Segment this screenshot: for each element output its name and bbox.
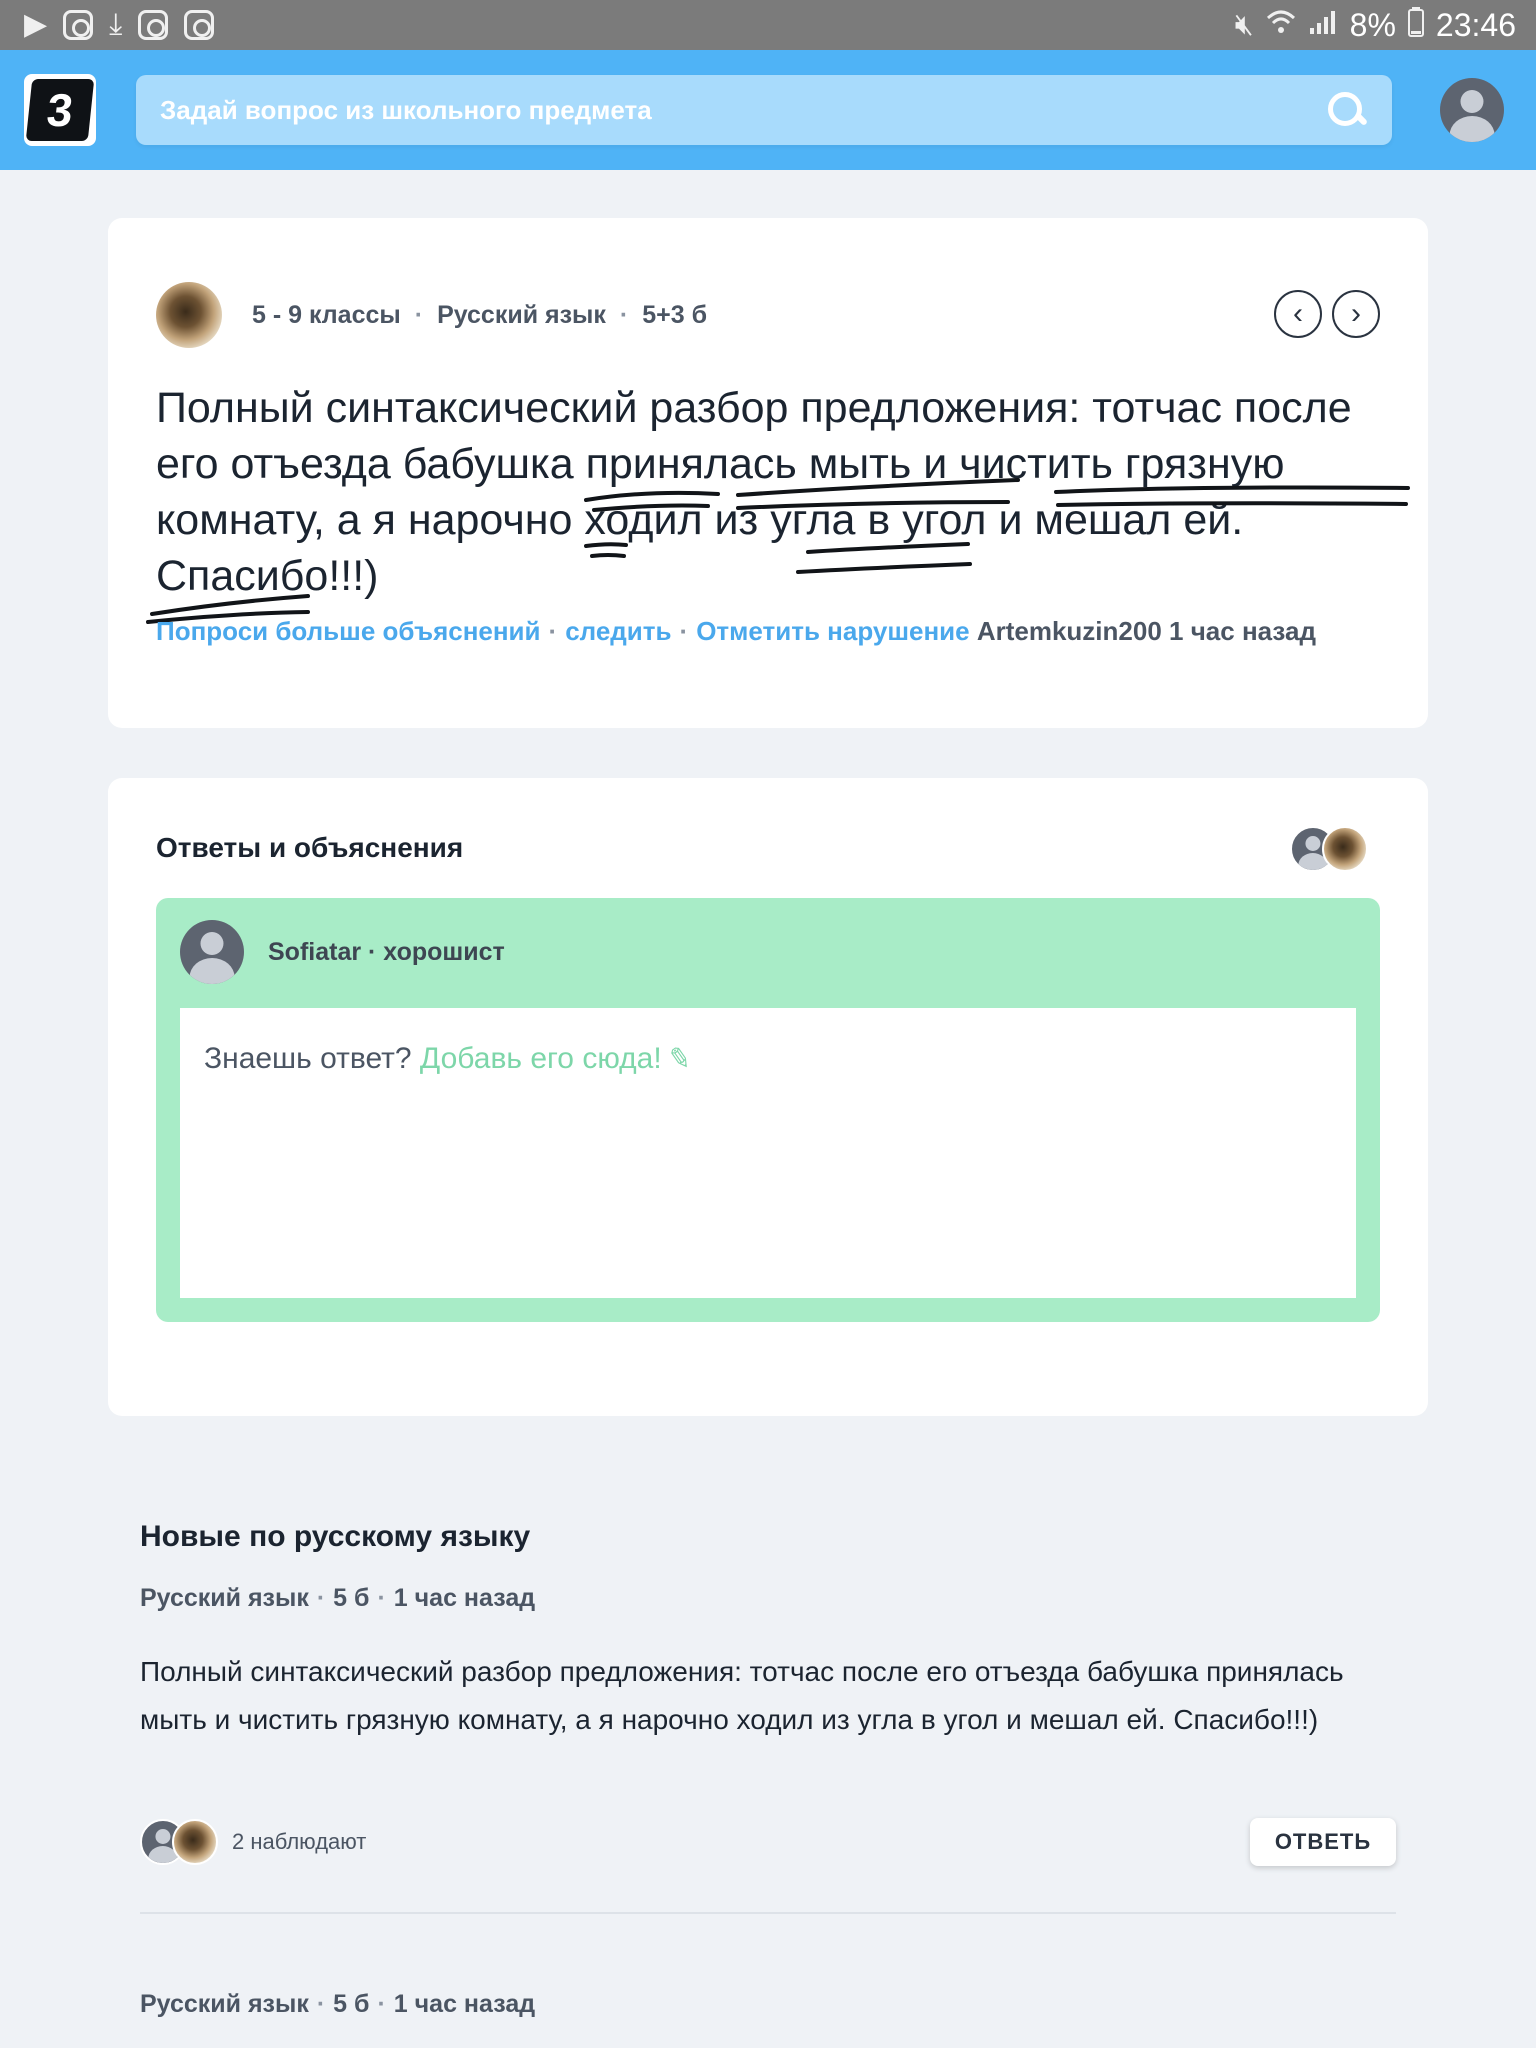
watchers-count: 2 наблюдают: [232, 1829, 367, 1854]
answerer-name-rank[interactable]: Sofiatar · хорошист: [268, 938, 505, 967]
link-separator: ·: [679, 616, 689, 646]
question-meta: 5 - 9 классы · Русский язык · 5+3 б: [156, 282, 707, 348]
chevron-left-icon: ‹: [1293, 297, 1303, 330]
play-icon: ▶: [24, 8, 48, 41]
avatar-body: [189, 958, 235, 984]
status-bar-left: ▶ ⤓: [24, 8, 215, 41]
question-card: 5 - 9 классы · Русский язык · 5+3 б ‹ › …: [108, 218, 1428, 728]
answers-card: Ответы и объяснения Sofiatar · хорошист …: [108, 778, 1428, 1416]
list-item-question-text[interactable]: Полный синтаксический разбор предложения…: [140, 1648, 1400, 1744]
question-points: 5+3 б: [642, 300, 708, 329]
avatar-head: [1460, 89, 1484, 113]
instagram-icon: [184, 10, 215, 40]
meta-separator: ·: [316, 1990, 326, 2018]
status-time: 23:46: [1435, 6, 1516, 43]
app-header: 3: [0, 50, 1536, 170]
watchers-avatars: [140, 1819, 224, 1865]
reply-button[interactable]: ОТВЕТЬ: [1250, 1818, 1396, 1866]
avatar-body: [1449, 116, 1495, 142]
link-separator: ·: [548, 616, 558, 646]
question-grade[interactable]: 5 - 9 классы: [252, 301, 401, 330]
list-item-meta: Русский язык · 5 б · 1 час назад: [140, 1990, 535, 2019]
list-item-meta: Русский язык · 5 б · 1 час назад: [140, 1584, 535, 1613]
avatar-head: [200, 931, 224, 955]
answer-input-area[interactable]: Знаешь ответ? Добавь его сюда! ✎: [180, 1008, 1356, 1298]
watchers-avatars: [1290, 826, 1370, 874]
answer-box: Sofiatar · хорошист Знаешь ответ? Добавь…: [156, 898, 1380, 1322]
avatar-head: [1305, 835, 1321, 851]
meta-separator: ·: [619, 300, 629, 329]
meta-separator: ·: [377, 1990, 386, 2018]
item-time: 1 час назад: [393, 1990, 536, 2018]
answer-prompt-label: Знаешь ответ?: [204, 1042, 412, 1075]
logo-mark: 3: [25, 79, 95, 141]
watcher-avatar[interactable]: [1322, 826, 1368, 872]
answerer-avatar[interactable]: [180, 920, 244, 984]
answers-title: Ответы и объяснения: [156, 832, 464, 863]
item-points: 5 б: [333, 1990, 370, 2018]
answerer: Sofiatar · хорошист: [180, 920, 505, 984]
follow-link[interactable]: следить: [565, 616, 671, 646]
pencil-icon[interactable]: ✎: [665, 1040, 694, 1077]
meta-separator: ·: [377, 1584, 386, 1612]
status-bar-right: 🔇︎ 8% 23:46: [1235, 7, 1516, 44]
item-time: 1 час назад: [393, 1584, 536, 1612]
watcher-avatar: [172, 1819, 218, 1865]
instagram-icon: [138, 10, 169, 40]
meta-separator: ·: [414, 300, 424, 329]
signal-icon: [1308, 8, 1338, 42]
chevron-right-icon: ›: [1351, 297, 1361, 330]
question-actions: Попроси больше объяснений · следить · Отмети…: [156, 616, 1406, 647]
list-divider: [140, 1912, 1396, 1914]
search-bar[interactable]: [136, 75, 1392, 145]
question-time: 1 час назад: [1169, 616, 1316, 646]
question-subject[interactable]: Русский язык: [437, 301, 606, 330]
profile-avatar[interactable]: [1440, 78, 1504, 142]
next-question-button[interactable]: ›: [1332, 290, 1380, 338]
item-subject[interactable]: Русский язык: [140, 1584, 309, 1612]
battery-percent: 8%: [1349, 6, 1396, 43]
add-answer-link[interactable]: Добавь его сюда!: [420, 1042, 662, 1075]
new-questions-title: Новые по русскому языку: [140, 1520, 531, 1553]
item-subject[interactable]: Русский язык: [140, 1990, 309, 2018]
ask-more-link[interactable]: Попроси больше объяснений: [156, 616, 541, 646]
search-icon[interactable]: [1324, 88, 1368, 132]
status-bar: ▶ ⤓ 🔇︎ 8% 23:46: [0, 0, 1536, 50]
mute-icon: 🔇︎: [1234, 8, 1254, 41]
asker-avatar[interactable]: [156, 282, 222, 348]
app-logo[interactable]: 3: [24, 74, 96, 146]
list-item-footer: 2 наблюдают ОТВЕТЬ: [140, 1818, 1396, 1866]
wifi-icon: [1266, 8, 1296, 42]
question-text: Полный синтаксический разбор предложения…: [156, 384, 1352, 600]
meta-separator: ·: [316, 1584, 326, 1612]
download-icon: ⤓: [109, 8, 123, 41]
search-input[interactable]: [160, 94, 1324, 126]
report-link[interactable]: Отметить нарушение: [696, 616, 969, 646]
previous-question-button[interactable]: ‹: [1274, 290, 1322, 338]
avatar-head: [155, 1828, 171, 1844]
question-author[interactable]: Artemkuzin200: [977, 616, 1162, 646]
answer-prompt: Знаешь ответ? Добавь его сюда! ✎: [204, 1040, 694, 1077]
instagram-icon: [63, 10, 94, 40]
battery-icon: [1407, 7, 1424, 43]
item-points: 5 б: [333, 1584, 370, 1612]
question-nav: ‹ ›: [1274, 290, 1380, 338]
